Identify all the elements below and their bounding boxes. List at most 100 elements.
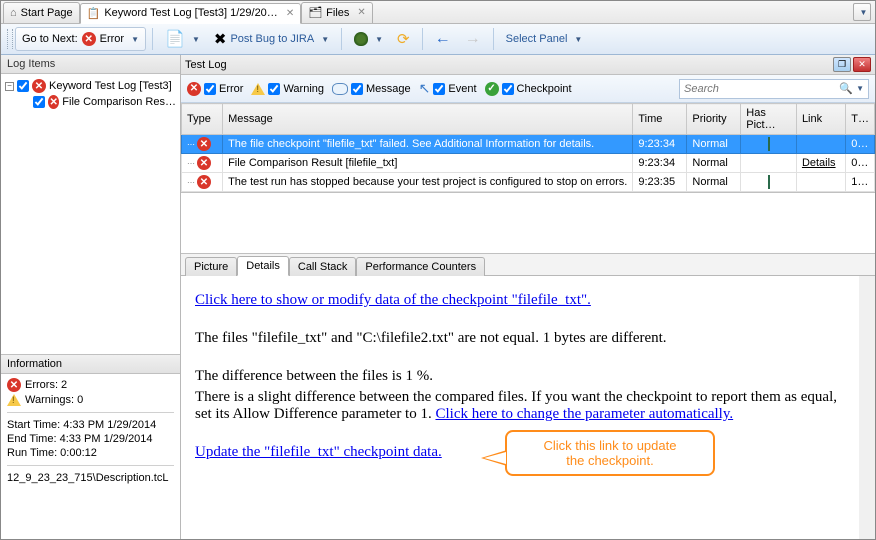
cell-priority: Normal	[687, 135, 741, 154]
close-icon[interactable]: ✕	[357, 7, 365, 18]
refresh-button[interactable]: ⟳	[391, 27, 416, 51]
collapse-icon[interactable]: −	[5, 82, 14, 91]
chevron-down-icon: ▼	[131, 35, 139, 44]
label: Go to Next:	[22, 33, 78, 45]
close-button[interactable]: ✕	[853, 57, 871, 72]
filter-checkpoint[interactable]: ✓Checkpoint	[485, 82, 572, 96]
nav-back-button[interactable]: ←	[429, 27, 457, 51]
col-link[interactable]: Link	[796, 104, 845, 135]
details-text: The difference between the files is 1 %.	[195, 368, 845, 385]
cell-message: The file checkpoint "filefile_txt" faile…	[223, 135, 633, 154]
tree-root[interactable]: − ✕ Keyword Test Log [Test3]	[5, 78, 176, 94]
check-icon: ✓	[485, 82, 499, 96]
maximize-button[interactable]: ❐	[833, 57, 851, 72]
start-time: Start Time: 4:33 PM 1/29/2014	[7, 419, 174, 431]
warnings-count: Warnings: 0	[25, 394, 83, 406]
tree-checkbox[interactable]	[17, 80, 29, 92]
search-box[interactable]: 🔍 ▼	[679, 79, 869, 99]
close-icon[interactable]: ✕	[286, 8, 294, 19]
col-type[interactable]: Type	[182, 104, 223, 135]
information-panel: ✕ Errors: 2 Warnings: 0 Start Time: 4:33 …	[1, 374, 180, 488]
event-icon: ↖	[419, 80, 431, 97]
details-link[interactable]: Details	[802, 157, 836, 169]
log-icon: 📋	[87, 7, 101, 20]
label: Error	[100, 33, 124, 45]
cell-time: 9:23:34	[633, 135, 687, 154]
search-icon[interactable]: 🔍	[839, 82, 853, 95]
filter-event[interactable]: ↖Event	[419, 80, 477, 97]
details-text: The files "filefile_txt" and "C:\filefil…	[195, 330, 845, 347]
tree-label: Keyword Test Log [Test3]	[49, 80, 172, 92]
information-header: Information	[1, 354, 180, 374]
picture-icon	[768, 175, 770, 189]
detail-tabs: Picture Details Call Stack Performance C…	[181, 254, 875, 276]
label: Select Panel	[506, 33, 568, 45]
tab-start-page[interactable]: ⌂ Start Page	[3, 2, 80, 23]
tree-child[interactable]: ✕ File Comparison Res…	[33, 94, 176, 110]
warning-icon	[251, 83, 265, 95]
modify-checkpoint-link[interactable]: Click here to show or modify data of the…	[195, 292, 591, 308]
tab-picture[interactable]: Picture	[185, 257, 237, 276]
jira-icon: ✖︎	[214, 30, 227, 48]
post-bug-jira-button[interactable]: ✖︎ Post Bug to JIRA ▼	[208, 27, 335, 51]
separator	[152, 28, 153, 50]
tab-call-stack[interactable]: Call Stack	[289, 257, 357, 276]
log-table: Type Message Time Priority Has Pict… Lin…	[181, 103, 875, 192]
tree-checkbox[interactable]	[33, 96, 45, 108]
cell-priority: Normal	[687, 173, 741, 192]
copy-icon: 📄	[165, 29, 185, 49]
nav-forward-button[interactable]: →	[459, 27, 487, 51]
tab-keyword-test-log[interactable]: 📋 Keyword Test Log [Test3] 1/29/20… ✕	[80, 3, 302, 24]
log-items-tree: − ✕ Keyword Test Log [Test3] ✕ File Comp…	[1, 74, 180, 354]
test-log-header: Test Log ❐ ✕	[181, 55, 875, 75]
tab-label: Start Page	[21, 7, 73, 19]
run-time: Run Time: 0:00:12	[7, 447, 174, 459]
col-has-picture[interactable]: Has Pict…	[741, 104, 797, 135]
bug-icon	[354, 32, 368, 46]
error-icon: ✕	[187, 82, 201, 96]
tab-details[interactable]: Details	[237, 256, 289, 276]
search-input[interactable]	[684, 83, 839, 95]
goto-next-button[interactable]: Go to Next: ✕ Error ▼	[15, 27, 146, 51]
tabs-dropdown[interactable]: ▼	[853, 3, 871, 21]
filter-bar: ✕Error Warning Message ↖Event ✓Checkpoin…	[181, 75, 875, 103]
bug-button[interactable]: ▼	[348, 27, 389, 51]
col-t[interactable]: T…	[846, 104, 875, 135]
error-icon: ✕	[7, 378, 21, 392]
tab-files[interactable]: 🗂 Files ✕	[301, 2, 373, 23]
log-items-header: Log Items	[1, 55, 180, 74]
col-priority[interactable]: Priority	[687, 104, 741, 135]
tree-label: File Comparison Res…	[62, 96, 176, 108]
select-panel-button[interactable]: Select Panel ▼	[500, 27, 589, 51]
warning-icon	[7, 394, 21, 406]
col-time[interactable]: Time	[633, 104, 687, 135]
cell-t: 1…	[846, 173, 875, 192]
filter-message[interactable]: Message	[332, 83, 411, 95]
separator	[341, 28, 342, 50]
chevron-down-icon[interactable]: ▼	[856, 84, 864, 93]
error-icon: ✕	[82, 32, 96, 46]
picture-icon	[768, 137, 770, 151]
col-message[interactable]: Message	[223, 104, 633, 135]
separator	[493, 28, 494, 50]
message-icon	[332, 83, 348, 95]
arrow-left-icon: ←	[435, 30, 451, 48]
cell-time: 9:23:34	[633, 154, 687, 173]
change-parameter-link[interactable]: Click here to change the parameter autom…	[435, 406, 733, 422]
tab-label: Keyword Test Log [Test3] 1/29/20…	[104, 7, 277, 19]
cell-link	[796, 135, 845, 154]
filter-error[interactable]: ✕Error	[187, 82, 243, 96]
cell-message: File Comparison Result [filefile_txt]	[223, 154, 633, 173]
grip[interactable]	[7, 29, 13, 49]
update-checkpoint-link[interactable]: Update the "filefile_txt" checkpoint dat…	[195, 444, 442, 460]
toolbar: Go to Next: ✕ Error ▼ 📄▼ ✖︎ Post Bug to …	[1, 24, 875, 55]
filter-warning[interactable]: Warning	[251, 83, 324, 95]
errors-count: Errors: 2	[25, 379, 67, 391]
table-row[interactable]: ⋯✕ The test run has stopped because your…	[182, 173, 875, 192]
table-row[interactable]: ⋯✕ File Comparison Result [filefile_txt]…	[182, 154, 875, 173]
copy-button[interactable]: 📄▼	[159, 27, 206, 51]
cell-time: 9:23:35	[633, 173, 687, 192]
annotation-callout: Click this link to update the checkpoint…	[505, 430, 715, 476]
tab-performance-counters[interactable]: Performance Counters	[356, 257, 485, 276]
table-row[interactable]: ⋯✕ The file checkpoint "filefile_txt" fa…	[182, 135, 875, 154]
